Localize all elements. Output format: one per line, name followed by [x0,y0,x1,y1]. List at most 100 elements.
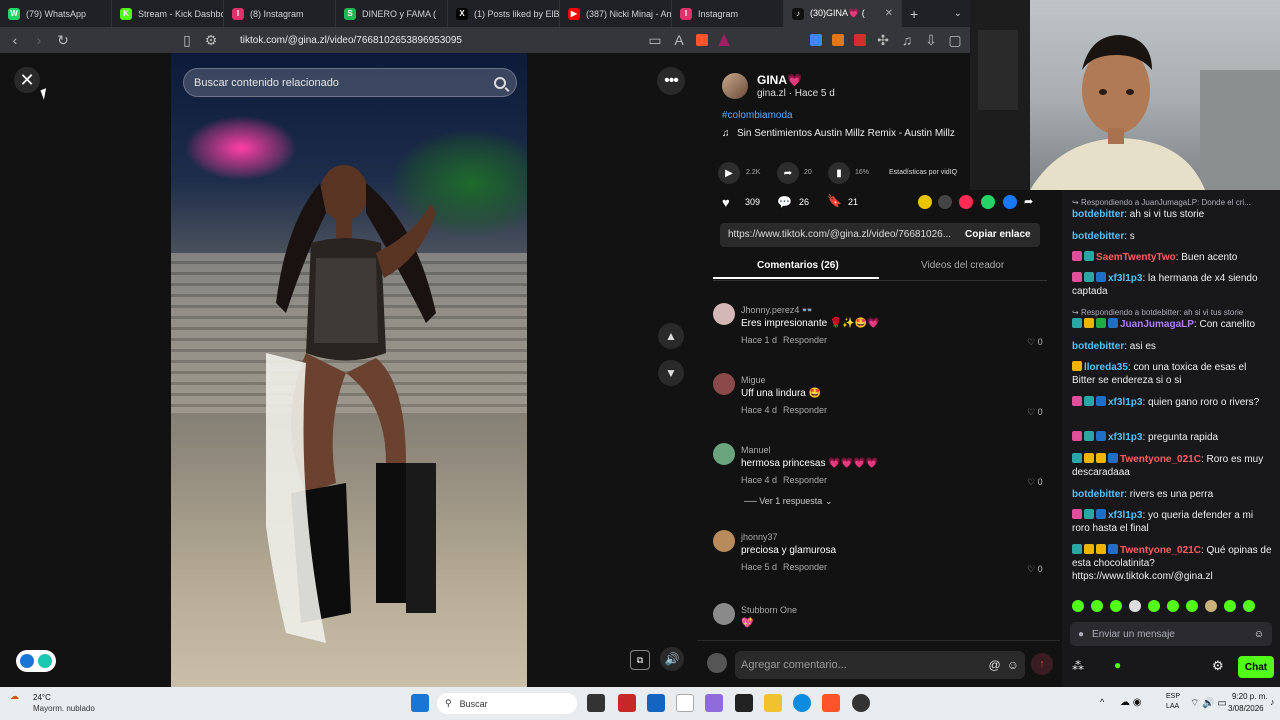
analytics-button[interactable]: ▮ [828,162,850,184]
browser-tab[interactable]: S DINERO y FAMA ( [336,0,448,27]
video-player[interactable] [171,53,527,687]
commenter-name[interactable]: Manuel [741,445,771,455]
emote-icon[interactable] [1224,600,1236,612]
previous-video-button[interactable]: ▲ [658,323,684,349]
emote-icon[interactable] [1129,600,1141,612]
url-field[interactable]: tiktok.com/@gina.zl/video/76681026538969… [240,35,638,46]
new-tab-button[interactable]: + [902,6,926,22]
back-button[interactable]: ‹ [8,32,22,48]
comment-icon[interactable]: 💬 [777,195,792,209]
browser-tab[interactable]: I Instagram [672,0,784,27]
close-tab-icon[interactable]: ✕ [885,8,893,19]
emote-icon[interactable] [1243,600,1255,612]
comment-like-button[interactable]: ♡ 0 [1027,407,1043,418]
emoji-icon[interactable]: ☺ [1254,629,1264,640]
browser-tab[interactable]: ▶ (387) Nicki Minaj - An [560,0,672,27]
browser-tab[interactable]: ♪ (30)GINA💗 (✕ [784,0,902,27]
share-stat-button[interactable]: ➦ [777,162,799,184]
emote-icon[interactable] [1091,600,1103,612]
app-icon[interactable] [676,694,694,712]
emote-icon[interactable] [1148,600,1160,612]
coin-icon[interactable] [918,195,932,209]
tab-comments[interactable]: Comentarios (26) [757,260,839,271]
kick-chat-icon[interactable]: ⁂ [1072,659,1084,673]
extension-red-icon[interactable] [854,34,866,46]
task-view-icon[interactable] [587,694,605,712]
reply-button[interactable]: Responder [783,405,827,415]
browser-tab[interactable]: X (1) Posts liked by ElBit [448,0,560,27]
more-options-button[interactable]: ••• [657,67,685,95]
comment-like-button[interactable]: ♡ 0 [1027,337,1043,348]
lang-top[interactable]: ESP [1166,693,1180,700]
playlist-icon[interactable]: ♫ [900,32,914,48]
embed-icon[interactable] [938,195,952,209]
author-avatar[interactable] [722,73,748,99]
reply-button[interactable]: Responder [783,562,827,572]
next-video-button[interactable]: ▼ [658,360,684,386]
chat-input[interactable]: ● Enviar un mensaje ☺ [1070,622,1272,646]
search-icon[interactable] [494,76,506,89]
file-explorer-icon[interactable] [764,694,782,712]
reload-button[interactable]: ↻ [56,32,70,49]
clock-date[interactable]: 3/08/2026 [1228,704,1264,713]
downloads-icon[interactable]: ⇩ [924,32,938,49]
lang-bottom[interactable]: LAA [1166,703,1179,710]
volume-button[interactable]: 🔊 [660,647,684,671]
author-name[interactable]: GINA💗 [757,73,802,87]
close-button[interactable]: ✕ [14,67,40,93]
chat-username[interactable]: SaemTwentyTwo [1096,252,1176,263]
browser-tab[interactable]: I (8) Instagram [224,0,336,27]
commenter-avatar[interactable] [713,443,735,465]
chat-username[interactable]: xf3l1p3 [1108,510,1142,521]
notification-bell-icon[interactable]: ♪ [1270,697,1275,707]
windows-start-icon[interactable] [411,694,429,712]
commenter-name[interactable]: Jhonny.perez4 👓 [741,305,813,316]
chevron-down-icon[interactable]: ⌄ [954,8,970,19]
send-icon[interactable] [959,195,973,209]
edge-icon[interactable] [793,694,811,712]
comment-like-button[interactable]: ♡ 0 [1027,477,1043,488]
emoji-icon[interactable]: ☺ [1007,658,1019,672]
comment-like-button[interactable]: ♡ 0 [1027,564,1043,575]
view-replies-button[interactable]: ── Ver 1 respuesta ⌄ [744,496,832,507]
brave-shield-icon[interactable] [696,34,708,46]
whatsapp-icon[interactable] [981,195,995,209]
commenter-avatar[interactable] [713,603,735,625]
commenter-avatar[interactable] [713,530,735,552]
tray-chevron-icon[interactable]: ^ [1100,697,1104,707]
chat-send-button[interactable]: Chat [1238,656,1274,678]
chat-username[interactable]: botdebitter [1072,489,1124,500]
emote-icon[interactable] [1167,600,1179,612]
chat-username[interactable]: botdebitter [1072,231,1124,242]
terminal-icon[interactable] [735,694,753,712]
comment-input[interactable]: Agregar comentario... @ ☺ [735,651,1025,679]
sidebar-icon[interactable]: ▢ [948,32,962,49]
weather-temp[interactable]: 24°C [33,693,51,702]
clock-time[interactable]: 9:20 p. m. [1232,692,1268,701]
bookmark-icon[interactable]: ▯ [180,32,194,49]
commenter-name[interactable]: Migue [741,375,766,385]
tab-creator-videos[interactable]: Videos del creador [921,260,1004,271]
bookmark-icon[interactable]: 🔖 [827,194,842,208]
copilot-icon[interactable] [705,694,723,712]
emote-icon[interactable] [1186,600,1198,612]
chat-username[interactable]: botdebitter [1072,209,1124,220]
taskbar-search[interactable]: ⚲ Buscar [437,693,577,714]
chat-username[interactable]: botdebitter [1072,341,1124,352]
kick-logo-icon[interactable]: ● [1114,658,1121,672]
browser-tab[interactable]: K Stream - Kick Dashbo [112,0,224,27]
copy-link-button[interactable]: Copiar enlace [965,229,1031,240]
weather-icon[interactable]: ☁ [10,691,19,702]
heart-icon[interactable]: ♥ [722,195,730,210]
weather-desc[interactable]: Mayorm. nublado [33,704,95,713]
settings-gear-icon[interactable]: ⚙ [1212,658,1224,674]
chat-username[interactable]: xf3l1p3 [1108,273,1142,284]
emote-icon[interactable] [1110,600,1122,612]
commenter-avatar[interactable] [713,373,735,395]
extension-pill[interactable] [16,650,56,672]
cast-icon[interactable]: ▭ [648,32,662,49]
facebook-icon[interactable] [1003,195,1017,209]
video-link[interactable]: https://www.tiktok.com/@gina.zl/video/76… [728,229,951,240]
brave-icon[interactable] [822,694,840,712]
chat-username[interactable]: xf3l1p3 [1108,432,1142,443]
